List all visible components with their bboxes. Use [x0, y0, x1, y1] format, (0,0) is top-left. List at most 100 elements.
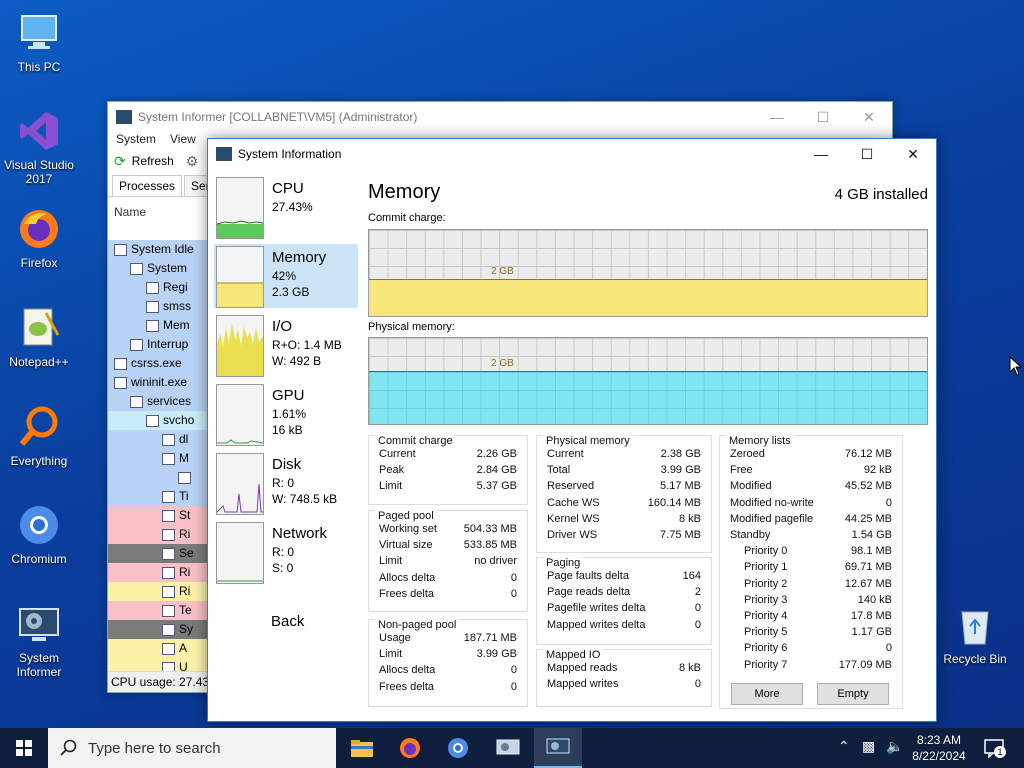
stat-row: Current 2.38 GB — [547, 448, 701, 464]
stat-label: Modified — [730, 480, 772, 493]
process-row[interactable]: M — [108, 449, 208, 468]
maximize-button[interactable]: ☐ — [844, 139, 890, 169]
process-row[interactable]: System — [108, 259, 208, 278]
process-row[interactable]: Ri — [108, 582, 208, 601]
process-row[interactable]: Sy — [108, 620, 208, 639]
process-row[interactable]: Mem — [108, 316, 208, 335]
system-information-window[interactable]: System Information — ☐ ✕ CPU 27.43% Memo… — [207, 138, 937, 722]
clock[interactable]: 8:23 AM 8/22/2024 — [908, 732, 970, 764]
stat-value: 3.99 GB — [660, 464, 701, 477]
desktop-icon-system-informer[interactable]: System Informer — [4, 601, 74, 679]
menu-view[interactable]: View — [170, 132, 196, 150]
process-row[interactable]: csrss.exe — [108, 354, 208, 373]
system-informer-icon — [16, 601, 62, 647]
sidebar-value: R: 0 — [272, 476, 295, 490]
action-center-button[interactable]: 1 — [980, 734, 1008, 762]
volume-muted-icon[interactable]: 🔈 — [886, 738, 903, 755]
sidebar-title: I/O — [272, 318, 293, 335]
stat-label: Driver WS — [547, 529, 598, 541]
desktop-icon-notepadpp[interactable]: Notepad++ — [4, 305, 74, 369]
minimize-button[interactable]: — — [754, 102, 800, 132]
taskbar-system-informer[interactable] — [534, 728, 582, 768]
start-button[interactable] — [0, 728, 48, 768]
minimize-button[interactable]: — — [798, 139, 844, 169]
desktop-icon-label: Everything — [10, 454, 68, 468]
stat-value: 0 — [510, 587, 517, 600]
process-row[interactable]: Ri — [108, 563, 208, 582]
process-row[interactable]: Ti — [108, 487, 208, 506]
stat-label: Priority 2 — [744, 577, 788, 590]
taskbar-file-explorer[interactable] — [338, 728, 386, 768]
taskbar-firefox[interactable] — [386, 728, 434, 768]
stat-label: Kernel WS — [547, 512, 600, 525]
desktop-icon-label: This PC — [17, 60, 61, 74]
sidebar-item-io[interactable]: I/O R+O: 1.4 MB W: 492 B — [214, 313, 358, 377]
tab-processes[interactable]: Processes — [112, 175, 183, 196]
empty-button[interactable]: Empty — [817, 683, 889, 705]
more-button[interactable]: More — [731, 683, 803, 705]
close-button[interactable]: ✕ — [846, 102, 892, 132]
stat-value: 164 — [682, 570, 701, 582]
sidebar-value: W: 748.5 kB — [272, 492, 338, 506]
process-row[interactable]: Regi — [108, 278, 208, 297]
refresh-button[interactable]: Refresh — [132, 154, 174, 168]
process-icon — [146, 319, 159, 332]
desktop-icon-firefox[interactable]: Firefox — [4, 206, 74, 270]
stat-value: 533.85 MB — [463, 539, 517, 552]
sidebar-item-network[interactable]: Network R: 0 S: 0 — [214, 520, 358, 584]
process-row[interactable]: St — [108, 506, 208, 525]
sysinfo-titlebar[interactable]: System Information — ☐ ✕ — [208, 139, 936, 169]
desktop-icon-recycle-bin[interactable]: Recycle Bin — [938, 602, 1012, 666]
process-row[interactable]: smss — [108, 297, 208, 316]
process-row[interactable]: Se — [108, 544, 208, 563]
sidebar-item-disk[interactable]: Disk R: 0 W: 748.5 kB — [214, 451, 358, 515]
process-row[interactable] — [108, 468, 208, 487]
stat-label: Priority 5 — [744, 626, 788, 639]
bg-window-titlebar[interactable]: System Informer [COLLABNET\VM5] (Adminis… — [108, 102, 892, 132]
stat-row: Page faults delta 164 — [547, 570, 701, 586]
taskbar-search-box[interactable]: Type here to search — [48, 728, 336, 768]
stat-label: Priority 7 — [744, 658, 788, 671]
commit-charge-graph: 2 GB — [368, 229, 928, 317]
group-title: Paging — [543, 557, 584, 569]
group-memory-lists: Memory lists Zeroed 76.12 MB Free 92 kB Modif… — [719, 435, 903, 709]
stat-value: 1.17 GB — [851, 626, 892, 639]
installed-memory: 4 GB installed — [834, 186, 928, 203]
taskbar-system-informer-tray[interactable] — [484, 728, 532, 768]
desktop-icon-chromium[interactable]: Chromium — [4, 502, 74, 566]
stat-row: Priority 5 1.17 GB — [730, 626, 892, 642]
maximize-button[interactable]: ☐ — [800, 102, 846, 132]
sidebar-item-memory[interactable]: Memory 42% 2.3 GB — [214, 244, 358, 308]
close-button[interactable]: ✕ — [890, 139, 936, 169]
process-row[interactable]: services — [108, 392, 208, 411]
taskbar-chromium[interactable] — [434, 728, 482, 768]
desktop-icon-this-pc[interactable]: This PC — [4, 10, 74, 74]
process-row[interactable]: dl — [108, 430, 208, 449]
stat-label: Free — [730, 464, 753, 477]
back-button[interactable]: Back — [271, 613, 304, 630]
process-row[interactable]: A — [108, 639, 208, 658]
chromium-icon — [448, 738, 468, 758]
system-informer-icon — [546, 738, 570, 754]
process-row[interactable]: wininit.exe — [108, 373, 208, 392]
stat-row: Mapped writes 0 — [547, 678, 701, 694]
options-icon[interactable]: ⚙ — [186, 153, 199, 170]
show-hidden-icons-chevron-icon[interactable]: ⌃ — [838, 738, 850, 755]
process-row[interactable]: Te — [108, 601, 208, 620]
network-icon[interactable]: ▩ — [862, 738, 875, 755]
process-icon — [162, 547, 175, 560]
sidebar-item-gpu[interactable]: GPU 1.61% 16 kB — [214, 382, 358, 446]
process-row[interactable]: svcho — [108, 411, 208, 430]
menu-system[interactable]: System — [116, 132, 156, 150]
process-row[interactable]: Interrup — [108, 335, 208, 354]
stat-value: 187.71 MB — [463, 632, 517, 644]
desktop-icon-everything[interactable]: Everything — [4, 404, 74, 468]
process-row[interactable]: Ri — [108, 525, 208, 544]
sidebar-item-cpu[interactable]: CPU 27.43% — [214, 175, 358, 239]
monitor-icon — [16, 10, 62, 56]
process-name: dl — [179, 432, 189, 446]
process-row[interactable]: System Idle — [108, 240, 208, 259]
stat-row: Working set 504.33 MB — [379, 523, 517, 539]
process-name: Mem — [163, 318, 190, 332]
desktop-icon-visual-studio[interactable]: Visual Studio 2017 — [4, 108, 74, 186]
